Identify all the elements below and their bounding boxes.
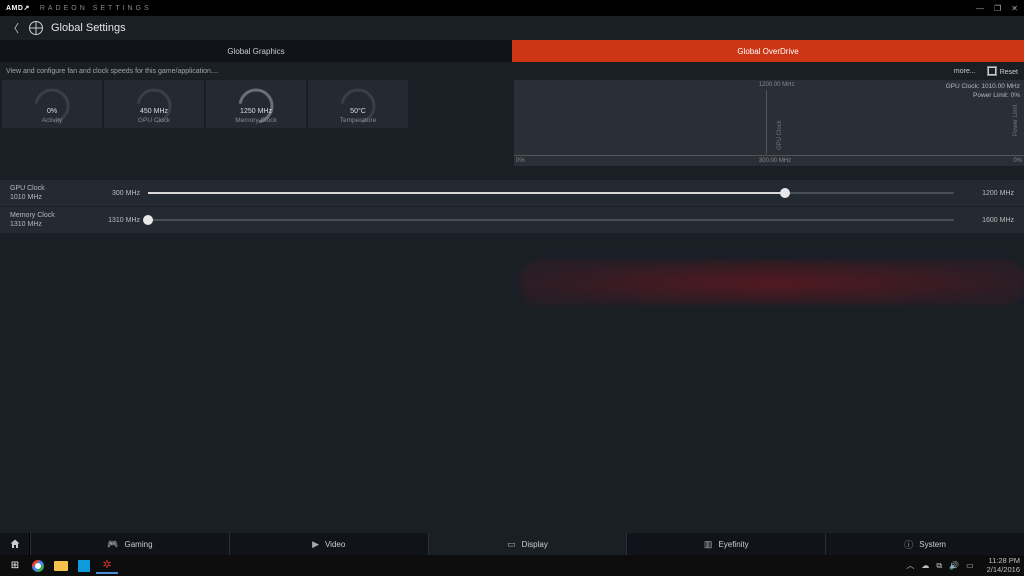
page-header: 〈 Global Settings: [0, 16, 1024, 40]
more-link[interactable]: more...: [954, 68, 976, 75]
eyefinity-icon: ▥: [704, 539, 713, 550]
slider-thumb[interactable]: [780, 188, 790, 198]
gauge-temperature[interactable]: 50°C Temperature: [308, 80, 408, 128]
page-title: Global Settings: [51, 22, 126, 34]
nav-display[interactable]: ▭Display: [428, 533, 627, 555]
taskbar-explorer[interactable]: [50, 557, 72, 574]
tab-global-graphics[interactable]: Global Graphics: [0, 40, 512, 62]
reset-button[interactable]: Reset: [988, 67, 1018, 76]
store-icon: [78, 560, 90, 572]
system-tray[interactable]: ︿ ☁ ⧉ 🔊 ▭ 11:28 PM 2/14/2016: [906, 557, 1020, 574]
nav-video[interactable]: ▶Video: [229, 533, 428, 555]
globe-icon: [29, 21, 43, 35]
tray-network-icon[interactable]: ⧉: [936, 561, 942, 571]
taskbar-store[interactable]: [73, 557, 95, 574]
info-icon: ⓘ: [904, 538, 913, 551]
home-button[interactable]: [0, 533, 30, 555]
gamepad-icon: 🎮: [107, 539, 118, 550]
tab-bar: Global Graphics Global OverDrive: [0, 40, 1024, 62]
taskbar-clock[interactable]: 11:28 PM 2/14/2016: [987, 557, 1020, 574]
slider-memory-clock: Memory Clock1310 MHz 1310 MHz 1600 MHz: [0, 207, 1024, 233]
tray-volume-icon[interactable]: 🔊: [949, 561, 959, 570]
play-icon: ▶: [312, 539, 319, 550]
tray-chevron-icon[interactable]: ︿: [906, 560, 914, 571]
start-button[interactable]: ⊞: [4, 557, 26, 574]
overdrive-chart: GPU Clock: 1010.00 MHz Power Limit: 0% 1…: [514, 80, 1024, 166]
reset-icon: [988, 67, 996, 75]
title-bar: AMD↗ RADEON SETTINGS — ❐ ✕: [0, 0, 1024, 16]
gauge-gpu-clock[interactable]: 450 MHz GPU Clock: [104, 80, 204, 128]
memory-clock-slider[interactable]: [148, 219, 954, 221]
nav-system[interactable]: ⓘSystem: [825, 533, 1024, 555]
back-button[interactable]: 〈: [8, 20, 19, 36]
close-button[interactable]: ✕: [1011, 4, 1018, 13]
notification-glow: [520, 260, 1024, 305]
amd-logo: AMD↗: [6, 4, 30, 12]
chrome-icon: [32, 560, 44, 572]
nav-gaming[interactable]: 🎮Gaming: [30, 533, 229, 555]
display-icon: ▭: [507, 539, 516, 550]
gauge-activity[interactable]: 0% Activity: [2, 80, 102, 128]
app-name: RADEON SETTINGS: [40, 5, 152, 12]
windows-taskbar: ⊞ ✲ ︿ ☁ ⧉ 🔊 ▭ 11:28 PM 2/14/2016: [0, 555, 1024, 576]
gpu-clock-slider[interactable]: [148, 192, 954, 194]
tab-global-overdrive[interactable]: Global OverDrive: [512, 40, 1024, 62]
slider-gpu-clock: GPU Clock1010 MHz 300 MHz 1200 MHz: [0, 180, 1024, 206]
folder-icon: [54, 561, 68, 571]
chart-legend: GPU Clock: 1010.00 MHz Power Limit: 0%: [946, 82, 1020, 100]
hint-text: View and configure fan and clock speeds …: [6, 68, 219, 75]
taskbar-radeon[interactable]: ✲: [96, 557, 118, 574]
slider-thumb[interactable]: [143, 215, 153, 225]
tray-onedrive-icon[interactable]: ☁: [921, 561, 929, 570]
maximize-button[interactable]: ❐: [994, 4, 1001, 13]
radeon-icon: ✲: [102, 558, 111, 571]
nav-eyefinity[interactable]: ▥Eyefinity: [626, 533, 825, 555]
home-icon: [9, 538, 21, 550]
tray-action-center-icon[interactable]: ▭: [966, 561, 974, 570]
taskbar-chrome[interactable]: [27, 557, 49, 574]
minimize-button[interactable]: —: [976, 4, 984, 13]
gauge-memory-clock[interactable]: 1250 MHz Memory Clock: [206, 80, 306, 128]
bottom-nav: 🎮Gaming ▶Video ▭Display ▥Eyefinity ⓘSyst…: [0, 533, 1024, 555]
